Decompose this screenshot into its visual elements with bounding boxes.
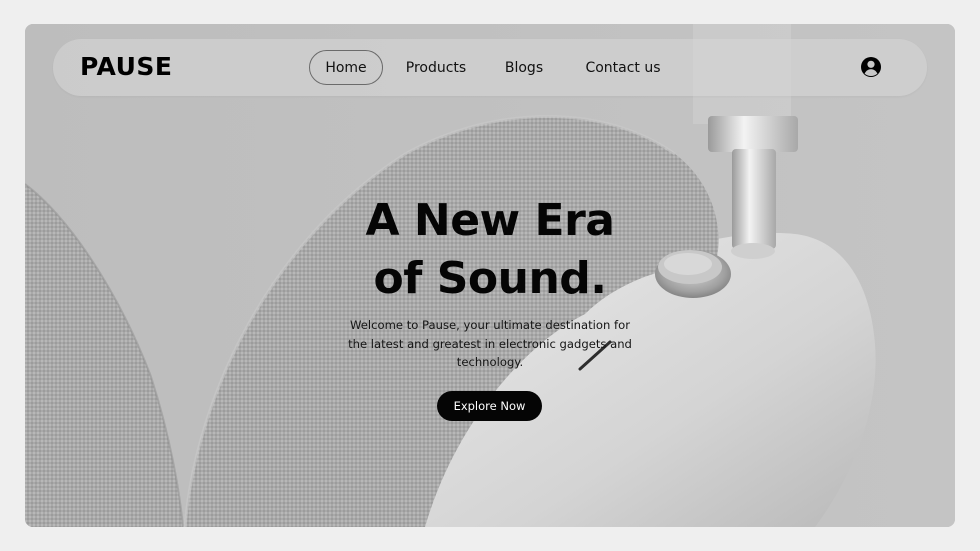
nav-blogs[interactable]: Blogs <box>493 50 555 85</box>
nav-home[interactable]: Home <box>309 50 383 85</box>
explore-now-button[interactable]: Explore Now <box>437 391 542 421</box>
account-button[interactable] <box>859 55 883 79</box>
hero-title-line-2: of Sound. <box>373 253 607 304</box>
user-circle-icon <box>861 57 881 77</box>
hero-frame: PAUSE Home Products Blogs Contact us A N… <box>25 24 955 527</box>
hero-description: Welcome to Pause, your ultimate destinat… <box>348 318 632 369</box>
brand-logo[interactable]: PAUSE <box>80 52 173 81</box>
hero-title-line-1: A New Era <box>365 195 615 246</box>
hero-title: A New Era of Sound. <box>25 192 955 308</box>
nav-contact-us[interactable]: Contact us <box>575 50 671 85</box>
nav-products[interactable]: Products <box>400 50 472 85</box>
top-navbar: PAUSE Home Products Blogs Contact us <box>53 39 927 96</box>
